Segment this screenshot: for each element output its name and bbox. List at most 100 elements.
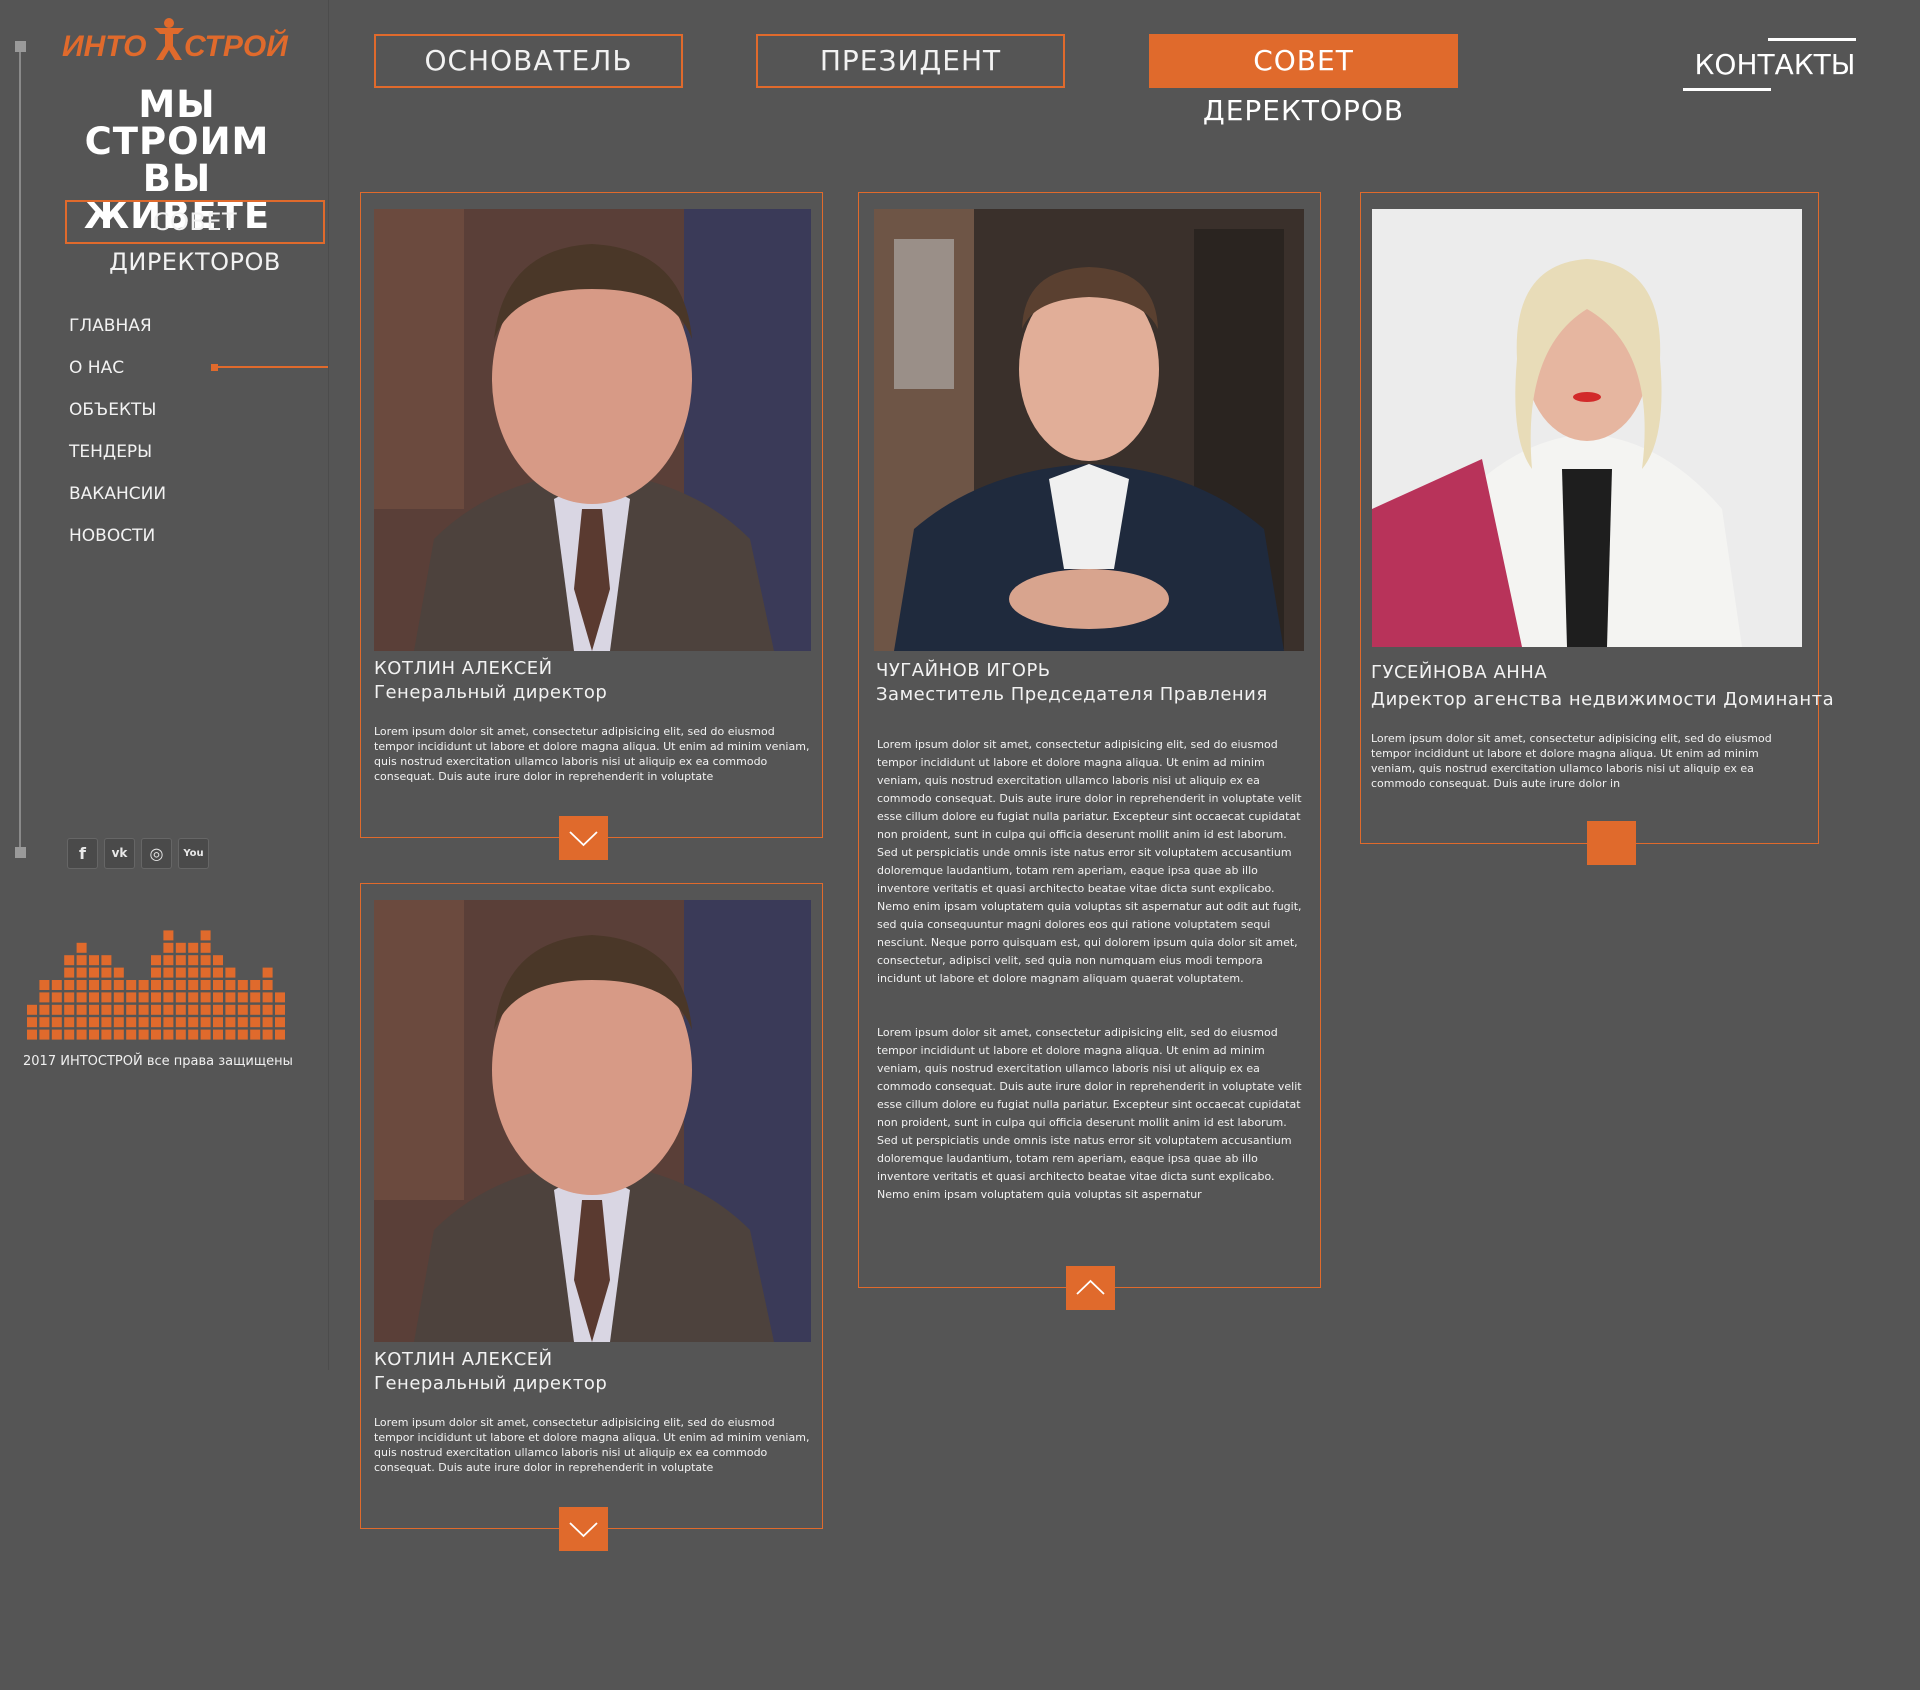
logo-text-left: ИНТО [62,30,147,63]
skyline-block [262,1017,273,1028]
skyline-block [163,992,174,1003]
skyline-block [76,942,87,953]
skyline-block [151,1017,161,1028]
sidebar-item-objects[interactable]: ОБЪЕКТЫ [69,392,166,434]
skyline-block [27,1029,37,1040]
skyline-block [113,1004,124,1015]
skyline-block [76,955,87,966]
skyline-block [39,1017,50,1028]
sidebar-item-vacancies[interactable]: ВАКАНСИИ [69,476,166,518]
skyline-block [126,1017,137,1028]
skyline-block [151,955,161,966]
skyline-block [163,1017,174,1028]
instagram-icon[interactable]: ◎ [141,838,172,869]
youtube-icon[interactable]: You [178,838,209,869]
skyline-block [39,1029,50,1040]
logo-figure-icon [154,18,184,60]
skyline-block [275,1029,285,1040]
skyline-block [39,980,50,990]
skyline-block [64,1004,75,1015]
skyline-block [250,1017,261,1028]
skyline-block [188,980,199,990]
section-button[interactable]: СОВЕТ ДИРЕКТОРОВ [65,200,325,276]
skyline-block [101,992,112,1003]
skyline-block [27,1017,37,1028]
contacts-decor-line-bottom [1683,88,1771,91]
skyline-block [51,1017,62,1028]
skyline-block [237,1017,248,1028]
skyline-block [151,1029,161,1040]
skyline-block [163,967,174,978]
skyline-block [101,980,112,990]
skyline-block [250,1029,261,1040]
skyline-block [262,992,273,1003]
skyline-block [51,980,62,990]
skyline-block [225,1029,236,1040]
director-description: Lorem ipsum dolor sit amet, consectetur … [374,725,810,783]
sidebar-divider [328,0,329,1370]
skyline-block [126,1004,137,1015]
skyline-block [76,967,87,978]
skyline-block [250,1004,261,1015]
skyline-block [51,1004,62,1015]
skyline-block [175,980,186,990]
director-role: Генеральный директор [374,1373,608,1394]
skyline-block [151,967,161,978]
director-description-continued: Lorem ipsum dolor sit amet, consectetur … [877,1026,1302,1201]
logo[interactable]: ИНТО СТРОЙ [62,14,294,66]
skyline-block [64,980,75,990]
skyline-block [250,980,261,990]
skyline-block [213,955,223,966]
skyline-block [27,1004,37,1015]
skyline-block [200,942,211,953]
skyline-block [138,980,149,990]
expand-button[interactable] [559,816,608,860]
skyline-block [213,980,223,990]
skyline-block [163,930,174,941]
skyline-block [188,967,199,978]
skyline-block [225,1004,236,1015]
skyline-block [163,1029,174,1040]
skyline-block [237,980,248,990]
expand-button[interactable] [559,1507,608,1551]
tab-president[interactable]: ПРЕЗИДЕНТ [756,34,1065,88]
skyline-block [89,955,99,966]
sidebar-item-about[interactable]: О НАС [69,350,166,392]
skyline-block [275,992,285,1003]
skyline-block [188,955,199,966]
facebook-icon[interactable]: f [67,838,98,869]
skyline-block [175,1017,186,1028]
skyline-block [89,1029,99,1040]
skyline-block [39,992,50,1003]
tab-board-of-directors[interactable]: СОВЕТ ДЕРЕКТОРОВ [1149,34,1458,127]
skyline-block [101,967,112,978]
skyline-block [250,992,261,1003]
sidebar-item-news[interactable]: НОВОСТИ [69,518,166,560]
skyline-block [151,992,161,1003]
sidebar-item-home[interactable]: ГЛАВНАЯ [69,308,166,350]
sidebar-item-tenders[interactable]: ТЕНДЕРЫ [69,434,166,476]
skyline-block [89,1004,99,1015]
skyline-block [175,942,186,953]
collapse-button[interactable] [1066,1266,1115,1310]
skyline-block [113,1017,124,1028]
chevron-up-icon [1076,1279,1105,1295]
vk-icon[interactable]: vk [104,838,135,869]
contacts-link[interactable]: КОНТАКТЫ [1690,38,1860,92]
expand-button[interactable] [1587,821,1636,865]
skyline-block [89,980,99,990]
skyline-block [51,1029,62,1040]
scroll-handle-bottom[interactable] [15,847,26,858]
skyline-block [113,1029,124,1040]
tab-founder[interactable]: ОСНОВАТЕЛЬ [374,34,683,88]
scroll-track[interactable] [19,46,21,852]
skyline-block [200,1029,211,1040]
skyline-block [101,1017,112,1028]
skyline-block [64,1029,75,1040]
scroll-handle-top[interactable] [15,41,26,52]
director-photo [1372,209,1802,647]
director-role: Директор агенства недвижимости Доминанта [1371,689,1835,710]
director-description: Lorem ipsum dolor sit amet, consectetur … [374,1416,810,1474]
skyline-block [188,992,199,1003]
active-nav-indicator [211,366,328,368]
